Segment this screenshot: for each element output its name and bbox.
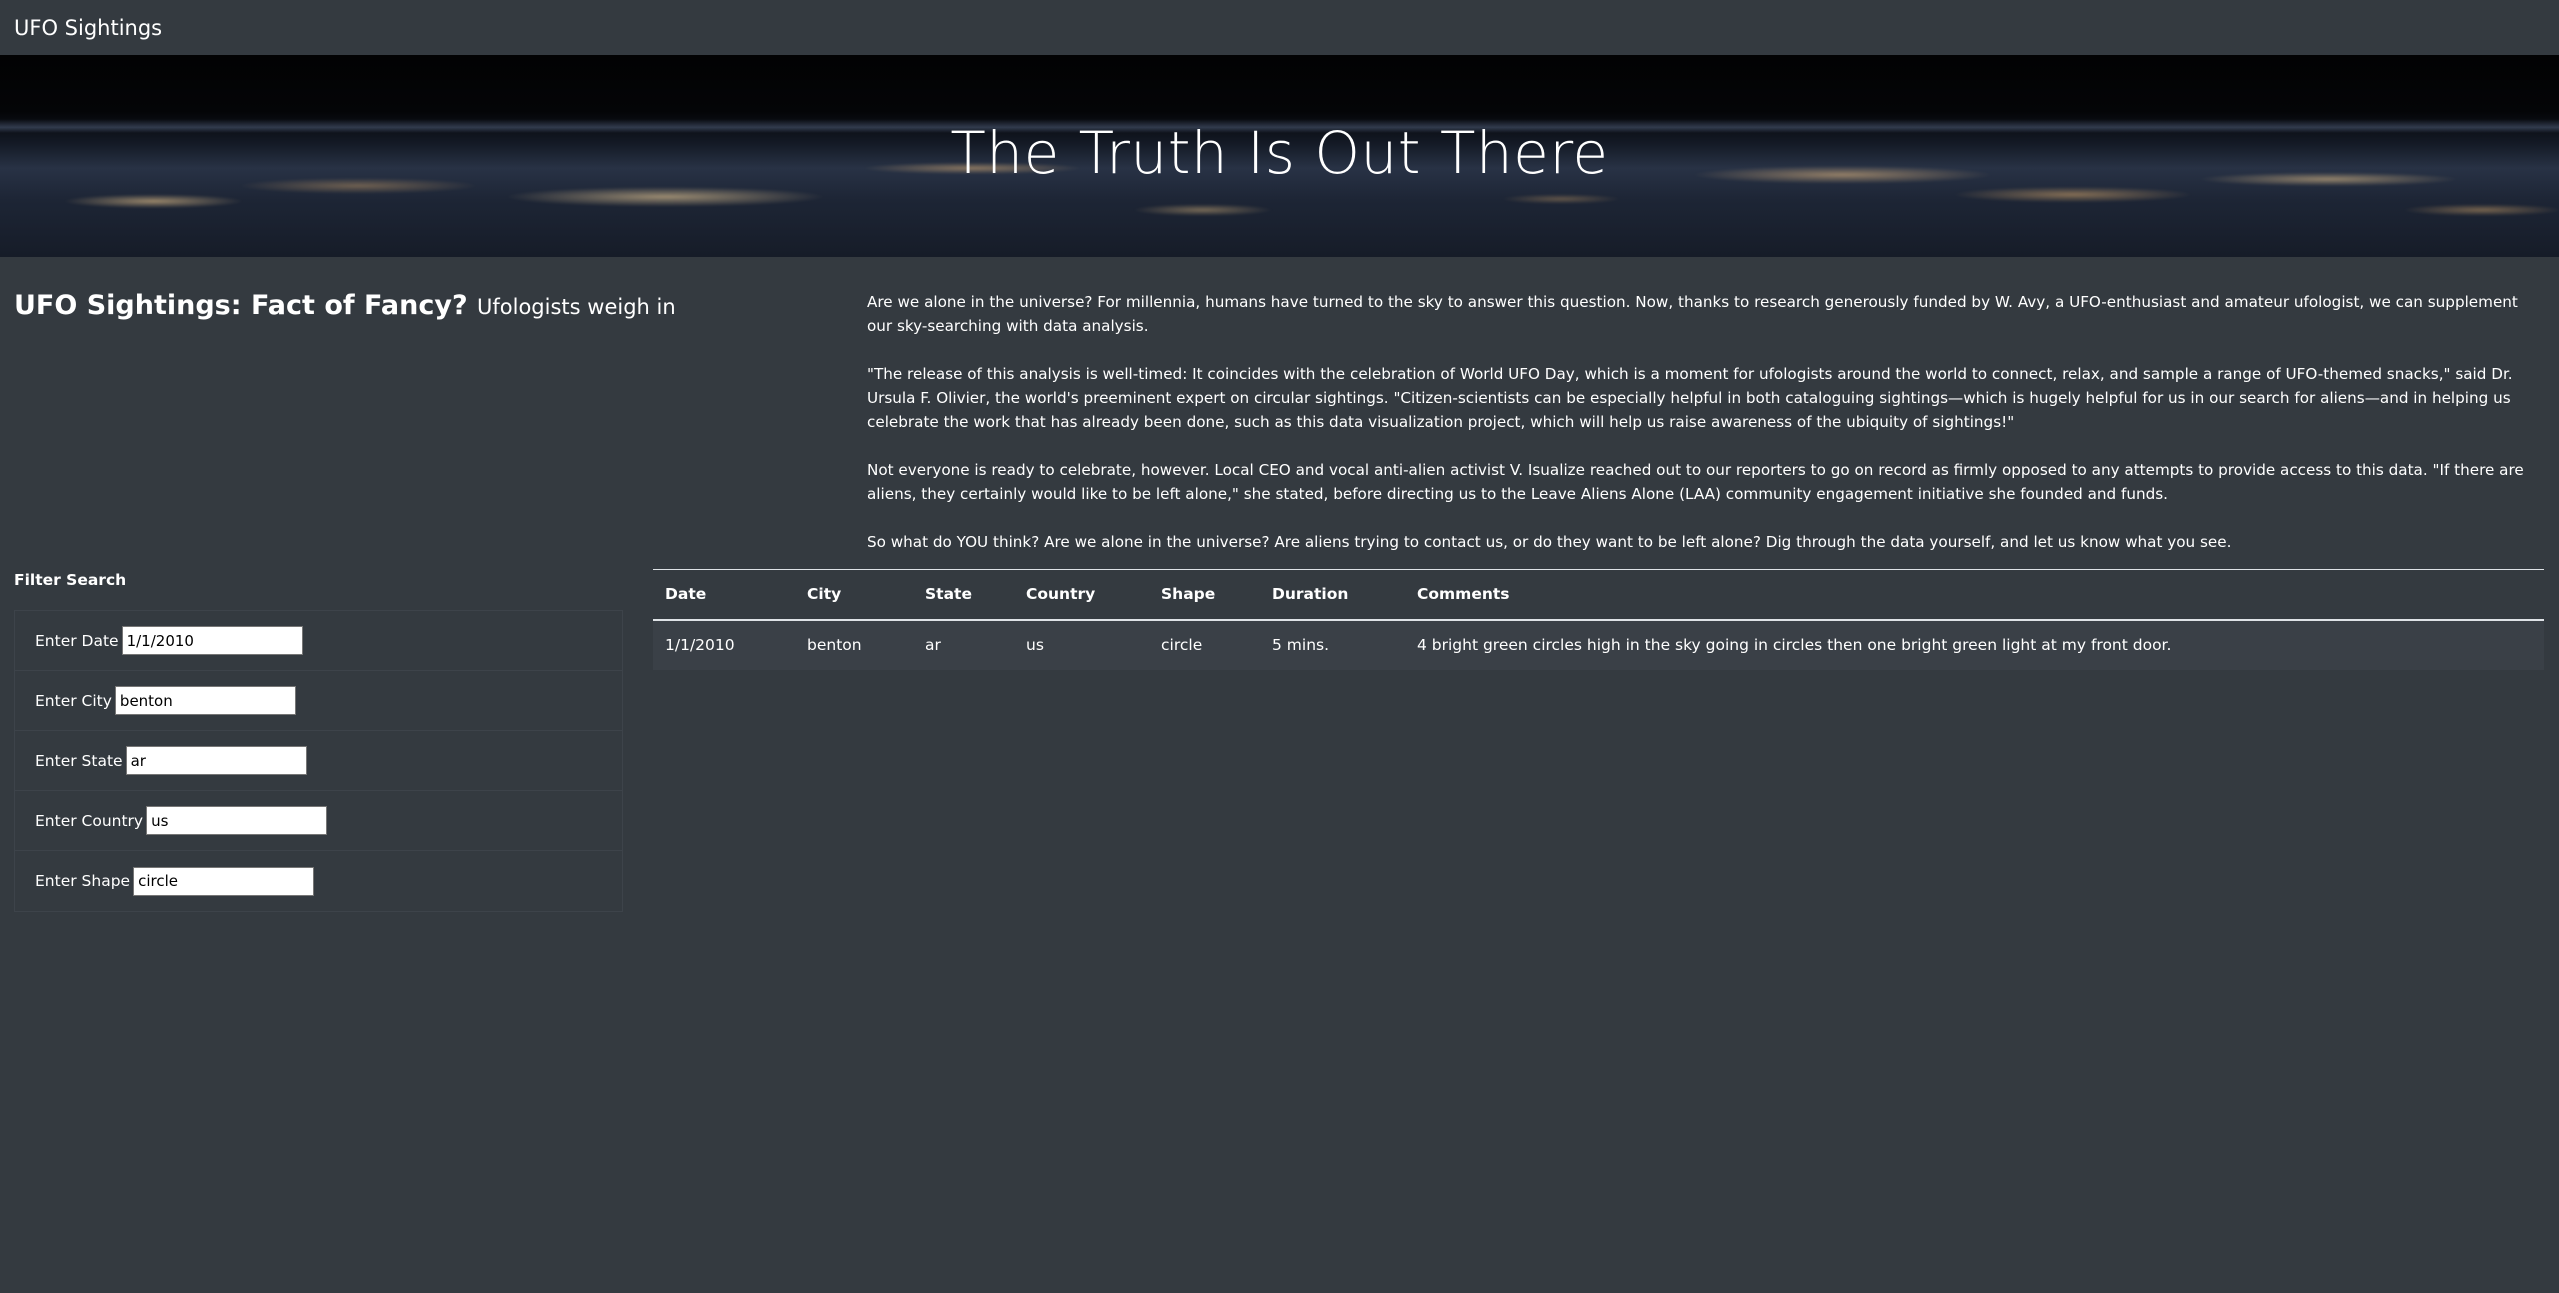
state-filter-input[interactable]: [125, 746, 307, 775]
navbar: UFO Sightings: [0, 0, 2559, 55]
table-cell-date: 1/1/2010: [653, 619, 795, 670]
table-header-row: Date City State Country Shape Duration C…: [653, 569, 2544, 621]
column-header-state: State: [913, 569, 1014, 621]
country-filter-input[interactable]: [146, 806, 328, 835]
table-cell-shape: circle: [1149, 619, 1260, 670]
filter-item-country: Enter Country: [15, 791, 622, 851]
column-header-city: City: [795, 569, 913, 621]
article-body: Are we alone in the universe? For millen…: [867, 290, 2547, 578]
table-cell-state: ar: [913, 619, 1014, 670]
column-header-date: Date: [653, 569, 795, 621]
article-paragraph: Are we alone in the universe? For millen…: [867, 293, 2518, 335]
table-body: 1/1/2010 benton ar us circle 5 mins. 4 b…: [653, 619, 2544, 670]
filter-item-state: Enter State: [15, 731, 622, 791]
table-row: 1/1/2010 benton ar us circle 5 mins. 4 b…: [653, 619, 2544, 670]
shape-filter-label: Enter Shape: [35, 872, 131, 890]
table-cell-comments: 4 bright green circles high in the sky g…: [1405, 619, 2544, 670]
column-header-duration: Duration: [1260, 569, 1405, 621]
table-cell-duration: 5 mins.: [1260, 619, 1405, 670]
article-heading-subtitle: Ufologists weigh in: [477, 295, 676, 319]
table-cell-country: us: [1014, 619, 1149, 670]
table-header: Date City State Country Shape Duration C…: [653, 569, 2544, 621]
filter-item-shape: Enter Shape: [15, 851, 622, 911]
filter-list: Enter Date Enter City Enter State Enter …: [14, 610, 623, 912]
hero-title: The Truth Is Out There: [950, 119, 1609, 187]
sightings-table: Date City State Country Shape Duration C…: [653, 569, 2544, 670]
shape-filter-input[interactable]: [133, 866, 315, 896]
column-header-comments: Comments: [1405, 569, 2544, 621]
filter-item-city: Enter City: [15, 671, 622, 731]
city-filter-label: Enter City: [35, 691, 112, 710]
city-filter-input[interactable]: [114, 686, 296, 715]
table-cell-city: benton: [795, 619, 913, 670]
article-paragraph: So what do YOU think? Are we alone in th…: [867, 533, 2232, 551]
article-paragraph: "The release of this analysis is well-ti…: [867, 365, 2513, 431]
state-filter-label: Enter State: [35, 751, 123, 770]
date-filter-label: Enter Date: [35, 631, 119, 650]
column-header-country: Country: [1014, 569, 1149, 621]
country-filter-label: Enter Country: [35, 811, 144, 830]
filter-search-title: Filter Search: [14, 571, 127, 589]
sightings-table-container: Date City State Country Shape Duration C…: [653, 569, 2544, 670]
hero-banner: The Truth Is Out There: [0, 55, 2559, 257]
navbar-brand-link[interactable]: UFO Sightings: [14, 16, 162, 40]
filter-item-date: Enter Date: [15, 611, 622, 671]
column-header-shape: Shape: [1149, 569, 1260, 621]
article-paragraph: Not everyone is ready to celebrate, howe…: [867, 461, 2524, 503]
date-filter-input[interactable]: [121, 626, 303, 655]
article-heading: UFO Sightings: Fact of Fancy? Ufologists…: [14, 290, 676, 321]
article-heading-title: UFO Sightings: Fact of Fancy?: [14, 290, 468, 321]
